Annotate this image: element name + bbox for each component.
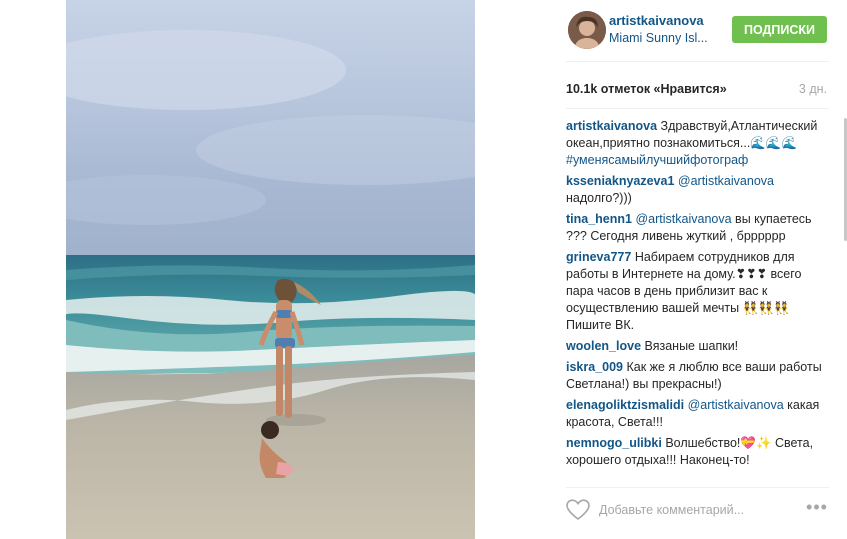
comment-item: artistkaivanova Здравствуй,Атлантический… <box>566 118 829 169</box>
post-photo[interactable] <box>66 0 475 539</box>
post-author-username[interactable]: artistkaivanova <box>609 13 704 28</box>
comment-username[interactable]: artistkaivanova <box>566 119 657 133</box>
post-header: artistkaivanova Miami Sunny Isl... ПОДПИ… <box>475 0 847 60</box>
comment-username[interactable]: ksseniaknyazeva1 <box>566 174 674 188</box>
comment-item: iskra_009 Как же я люблю все ваши работы… <box>566 359 829 393</box>
comment-username[interactable]: elenagoliktzismalidi <box>566 398 684 412</box>
comment-item: nemnogo_ulibki Волшебство!💝✨ Света, хоро… <box>566 435 829 469</box>
comment-username[interactable]: nemnogo_ulibki <box>566 436 662 450</box>
comment-item: tina_henn1 @artistkaivanova вы купаетесь… <box>566 211 829 245</box>
comment-username[interactable]: iskra_009 <box>566 360 623 374</box>
header-divider <box>566 61 829 62</box>
likes-count[interactable]: 10.1k отметок «Нравится» <box>566 82 727 96</box>
post-side-panel: artistkaivanova Miami Sunny Isl... ПОДПИ… <box>475 0 847 539</box>
post-time[interactable]: 3 дн. <box>799 82 827 96</box>
footer-divider <box>566 487 829 488</box>
likes-row: 10.1k отметок «Нравится» 3 дн. <box>566 82 829 100</box>
heart-icon[interactable] <box>566 499 590 521</box>
comment-text: Вязаные шапки! <box>644 339 739 353</box>
comment-bar: ••• <box>566 497 829 527</box>
comment-text: надолго?))) <box>566 191 632 205</box>
add-comment-input[interactable] <box>599 500 789 520</box>
avatar[interactable] <box>568 11 606 49</box>
comment-item: grineva777 Набираем сотрудников для рабо… <box>566 249 829 334</box>
comment-mention[interactable]: @artistkaivanova <box>688 398 784 412</box>
post-location[interactable]: Miami Sunny Isl... <box>609 31 719 45</box>
comment-item: woolen_love Вязаные шапки! <box>566 338 829 355</box>
comment-username[interactable]: tina_henn1 <box>566 212 632 226</box>
follow-button[interactable]: ПОДПИСКИ <box>732 16 827 43</box>
comment-hashtag[interactable]: #уменясамыйлучшийфотограф <box>566 153 748 167</box>
comments-list[interactable]: artistkaivanova Здравствуй,Атлантический… <box>566 118 829 480</box>
comment-username[interactable]: woolen_love <box>566 339 641 353</box>
comment-username[interactable]: grineva777 <box>566 250 631 264</box>
comment-item: elenagoliktzismalidi @artistkaivanova ка… <box>566 397 829 431</box>
comment-item: ksseniaknyazeva1 @artistkaivanova надолг… <box>566 173 829 207</box>
likes-divider <box>566 108 829 109</box>
beach-photo-image <box>66 0 475 539</box>
comment-mention[interactable]: @artistkaivanova <box>678 174 774 188</box>
more-options-icon[interactable]: ••• <box>806 498 828 519</box>
avatar-image <box>568 11 606 49</box>
comment-mention[interactable]: @artistkaivanova <box>635 212 731 226</box>
